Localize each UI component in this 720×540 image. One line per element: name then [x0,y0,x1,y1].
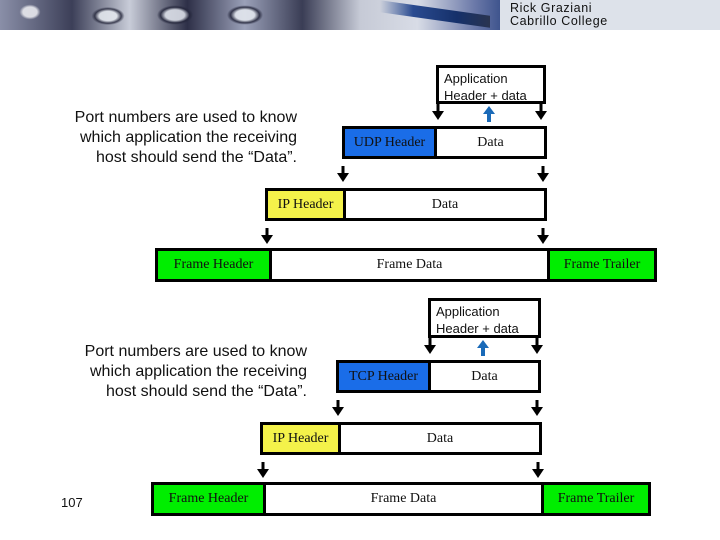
udp-header: UDP Header [345,129,437,156]
ethernet-frame-udp: Frame Header Frame Data Frame Trailer [155,248,657,282]
ip-data: Data [426,430,454,446]
ip-packet-udp: IP Header Data [265,188,547,221]
tcp-data: Data [471,368,498,384]
down-arrow-icon [337,166,349,182]
down-arrow-icon [257,462,269,478]
app-box-line: Application [444,71,508,86]
up-arrow-icon [477,340,489,356]
ethernet-frame-tcp: Frame Header Frame Data Frame Trailer [151,482,651,516]
down-arrow-icon [424,338,436,354]
down-arrow-icon [537,228,549,244]
down-arrow-icon [531,338,543,354]
header-banner: Rick Graziani Cabrillo College [0,0,720,30]
down-arrow-icon [261,228,273,244]
note-line: which application the receiving [89,363,307,380]
note-line: host should send the “Data”. [95,149,297,166]
note-line: host should send the “Data”. [105,383,307,400]
ip-data: Data [431,196,459,212]
app-box-line: Header + data [436,321,519,336]
udp-segment: UDP Header Data [342,126,547,159]
application-data-box-tcp: Application Header + data [428,298,541,338]
up-arrow-icon [483,106,495,122]
ip-packet-tcp: IP Header Data [260,422,542,455]
ip-header: IP Header [268,191,346,218]
frame-trailer: Frame Trailer [547,251,654,279]
down-arrow-icon [535,104,547,120]
app-box-line: Application [436,304,500,319]
frame-data: Frame Data [370,491,437,506]
application-data-box-udp: Application Header + data [436,65,546,104]
tcp-header: TCP Header [339,363,431,390]
author-name: Rick Graziani [510,1,593,15]
ip-header: IP Header [263,425,341,452]
note-line: which application the receiving [79,129,297,146]
note-line: Port numbers are used to know [74,109,297,126]
frame-data: Frame Data [376,257,443,272]
down-arrow-icon [537,166,549,182]
banner-credit: Rick Graziani Cabrillo College [500,0,720,30]
port-numbers-note-tcp: Port numbers are used to know which appl… [40,342,307,402]
frame-header: Frame Header [158,251,272,279]
udp-data: Data [477,134,504,150]
down-arrow-icon [432,104,444,120]
down-arrow-icon [532,462,544,478]
institution-name: Cabrillo College [510,14,608,28]
down-arrow-icon [332,400,344,416]
frame-header: Frame Header [154,485,266,513]
tcp-segment: TCP Header Data [336,360,541,393]
app-box-line: Header + data [444,88,527,103]
page-number: 107 [61,495,83,510]
down-arrow-icon [531,400,543,416]
port-numbers-note-udp: Port numbers are used to know which appl… [40,108,297,168]
frame-trailer: Frame Trailer [541,485,648,513]
note-line: Port numbers are used to know [84,343,307,360]
